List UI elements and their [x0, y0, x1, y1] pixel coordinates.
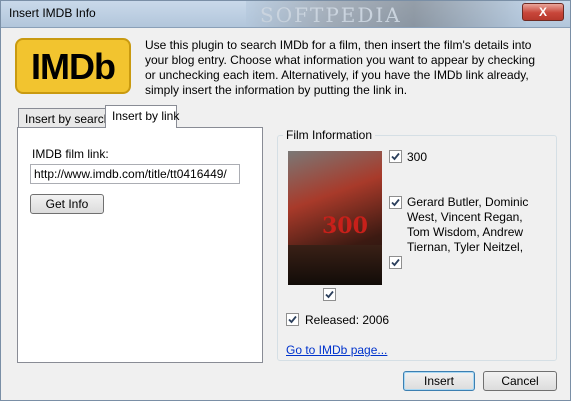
check-icon [391, 258, 400, 267]
poster-checkbox[interactable] [323, 288, 336, 301]
released-checkbox[interactable] [286, 313, 299, 326]
film-poster: 300 [288, 151, 382, 285]
get-info-button[interactable]: Get Info [30, 194, 104, 214]
imdb-logo: IMDb [15, 38, 131, 94]
film-title: 300 [407, 150, 428, 164]
insert-imdb-dialog: Insert IMDB Info SOFTPEDIA X IMDb Use th… [0, 0, 571, 401]
watermark-banner: SOFTPEDIA [246, 1, 526, 27]
film-cast: Gerard Butler, Dominic West, Vincent Reg… [407, 195, 529, 254]
imdb-link-input[interactable]: http://www.imdb.com/title/tt0416449/ [30, 164, 240, 184]
title-checkbox[interactable] [389, 150, 402, 163]
tab-insert-by-search[interactable]: Insert by search [18, 108, 110, 128]
check-icon [391, 152, 400, 161]
close-button[interactable]: X [522, 3, 564, 21]
check-icon [325, 290, 334, 299]
imdb-logo-text: IMDb [31, 46, 116, 87]
poster-title-text: 300 [322, 213, 368, 239]
title-bar[interactable]: Insert IMDB Info SOFTPEDIA X [1, 1, 570, 28]
imdb-page-link[interactable]: Go to IMDb page... [286, 343, 387, 357]
close-icon: X [538, 5, 547, 19]
cancel-button[interactable]: Cancel [483, 371, 557, 391]
insert-button[interactable]: Insert [403, 371, 475, 391]
extra-checkbox[interactable] [389, 256, 402, 269]
imdb-link-label: IMDB film link: [32, 147, 109, 161]
film-information-legend: Film Information [283, 128, 376, 142]
tab-insert-by-link[interactable]: Insert by link [105, 105, 179, 128]
insert-by-link-panel: IMDB film link: http://www.imdb.com/titl… [17, 127, 263, 363]
window-title: Insert IMDB Info [9, 6, 96, 20]
cast-checkbox[interactable] [389, 196, 402, 209]
check-icon [288, 315, 297, 324]
poster-figure [288, 245, 382, 285]
check-icon [391, 198, 400, 207]
watermark-text: SOFTPEDIA [260, 3, 402, 27]
intro-text: Use this plugin to search IMDb for a fil… [145, 38, 535, 97]
film-released: Released: 2006 [305, 313, 390, 327]
